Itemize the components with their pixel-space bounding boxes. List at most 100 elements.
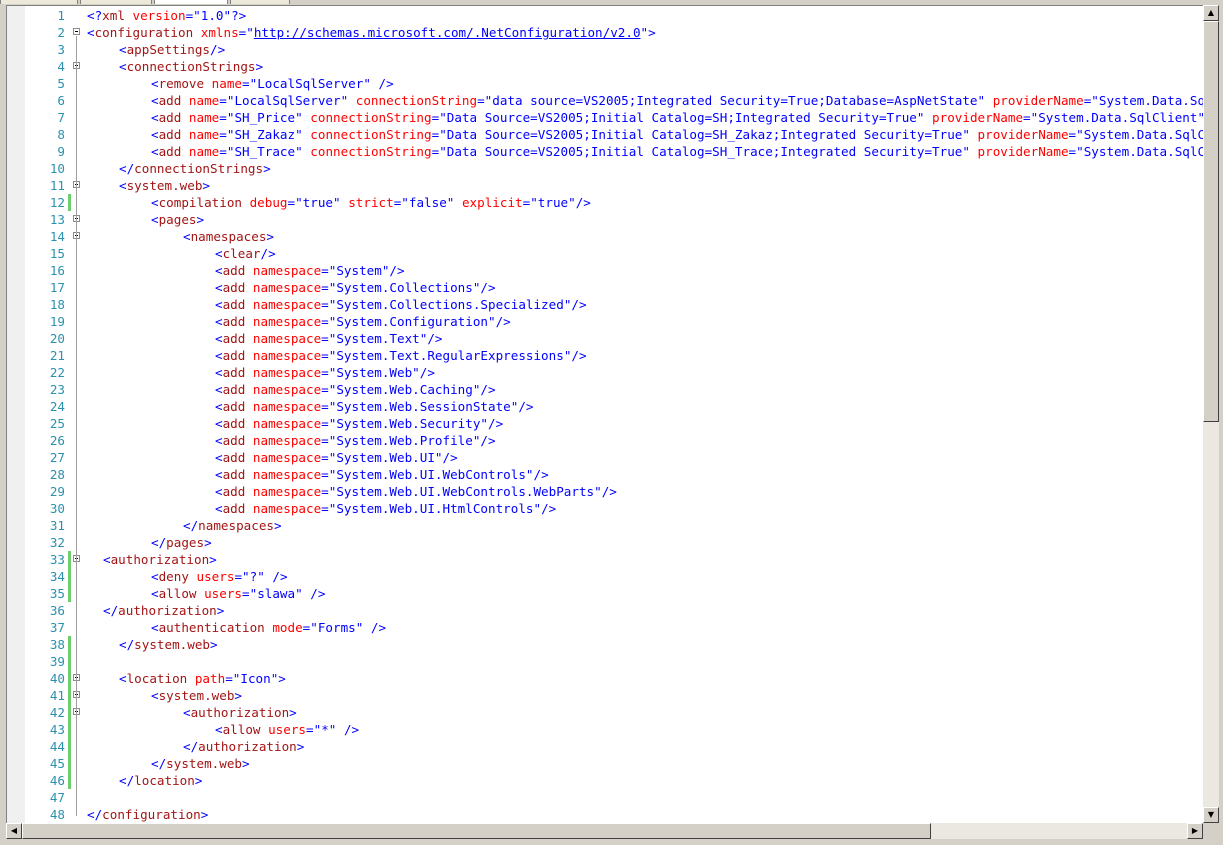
xml-delimiter: <	[215, 280, 223, 295]
code-line[interactable]: 40 <location path="Icon">	[7, 670, 1203, 687]
scroll-left-button[interactable]: ◀	[6, 823, 22, 839]
xml-tag-name: connectionStrings	[134, 161, 264, 176]
line-number: 18	[49, 297, 65, 312]
line-number: 30	[49, 501, 65, 516]
code-line[interactable]: 10 </connectionStrings>	[7, 160, 1203, 177]
xml-delimiter: "	[962, 144, 970, 159]
code-line[interactable]: 31 </namespaces>	[7, 517, 1203, 534]
code-line[interactable]: 16 <add namespace="System"/>	[7, 262, 1203, 279]
line-number: 42	[49, 705, 65, 720]
horizontal-scrollbar[interactable]: ◀ ▶	[6, 823, 1203, 839]
code-text: <add namespace="System.Web.UI.WebControl…	[215, 466, 549, 483]
code-line[interactable]: 13 <pages>	[7, 211, 1203, 228]
vertical-scrollbar[interactable]: ▲ ▼	[1203, 5, 1219, 823]
code-line[interactable]: 9 <add name="SH_Trace" connectionString="…	[7, 143, 1203, 160]
code-line[interactable]: 14 <namespaces>	[7, 228, 1203, 245]
horizontal-scroll-thumb[interactable]	[22, 823, 931, 839]
xml-attribute-name: providerName	[969, 127, 1069, 142]
arrow-right-icon: ▶	[1191, 826, 1199, 835]
code-line[interactable]: 18 <add namespace="System.Collections.Spe…	[7, 296, 1203, 313]
xml-namespace-url[interactable]: http://schemas.microsoft.com/.NetConfigu…	[254, 25, 641, 40]
xml-attribute-name: mode	[264, 620, 303, 635]
line-number: 15	[49, 246, 65, 261]
scrollbar-corner	[1203, 823, 1219, 839]
code-line[interactable]: 4 <connectionStrings>	[7, 58, 1203, 75]
code-line[interactable]: 5 <remove name="LocalSqlServer" />	[7, 75, 1203, 92]
changed-line-marker	[68, 194, 71, 211]
code-line[interactable]: 34 <deny users="?" />	[7, 568, 1203, 585]
code-line[interactable]: 24 <add namespace="System.Web.SessionStat…	[7, 398, 1203, 415]
tab-login-aspx[interactable]: Login.aspx	[0, 0, 78, 4]
code-line[interactable]: 23 <add namespace="System.Web.Caching"/>	[7, 381, 1203, 398]
code-line[interactable]: 15 <clear/>	[7, 245, 1203, 262]
xml-attribute-name: namespace	[245, 501, 322, 516]
code-line[interactable]: 6 <add name="LocalSqlServer" connectionSt…	[7, 92, 1203, 109]
code-line[interactable]: 29 <add namespace="System.Web.UI.WebContr…	[7, 483, 1203, 500]
code-line[interactable]: 38 </system.web>	[7, 636, 1203, 653]
scroll-right-button[interactable]: ▶	[1187, 823, 1203, 839]
code-line[interactable]: 19 <add namespace="System.Configuration"/…	[7, 313, 1203, 330]
line-number: 4	[57, 59, 65, 74]
xml-delimiter: ="	[1023, 110, 1039, 125]
code-line[interactable]: 20 <add namespace="System.Text"/>	[7, 330, 1203, 347]
vertical-scroll-thumb[interactable]	[1203, 21, 1219, 422]
xml-attribute-name: providerName	[985, 93, 1084, 108]
xml-attribute-name: name	[181, 93, 220, 108]
code-line[interactable]: 1 <?xml version="1.0"?>	[7, 7, 1203, 24]
tab-web-config[interactable]: Web.config	[154, 0, 228, 4]
code-text: <add namespace="System.Web.UI.WebControl…	[215, 483, 617, 500]
code-line[interactable]: 42 <authorization>	[7, 704, 1203, 721]
code-line[interactable]: 48 </configuration>	[7, 806, 1203, 823]
line-number: 13	[49, 212, 65, 227]
code-line[interactable]: 17 <add namespace="System.Collections"/>	[7, 279, 1203, 296]
xml-delimiter: ="	[1068, 127, 1084, 142]
code-line[interactable]: 33 <authorization>	[7, 551, 1203, 568]
code-line[interactable]: 26 <add namespace="System.Web.Profile"/>	[7, 432, 1203, 449]
code-line[interactable]: 7 <add name="SH_Price" connectionString="…	[7, 109, 1203, 126]
code-line[interactable]: 39	[7, 653, 1203, 670]
xml-tag-name: authorization	[118, 603, 217, 618]
tab-web-sitemap[interactable]: Web.sitemap	[230, 0, 290, 4]
code-line[interactable]: 21 <add namespace="System.Text.RegularExp…	[7, 347, 1203, 364]
code-line[interactable]: 47	[7, 789, 1203, 806]
code-line[interactable]: 30 <add namespace="System.Web.UI.HtmlCont…	[7, 500, 1203, 517]
code-line[interactable]: 12 <compilation debug="true" strict="fals…	[7, 194, 1203, 211]
code-line[interactable]: 44 </authorization>	[7, 738, 1203, 755]
code-line[interactable]: 3 <appSettings/>	[7, 41, 1203, 58]
xml-attribute-name: explicit	[454, 195, 523, 210]
line-number: 40	[49, 671, 65, 686]
code-line[interactable]: 41 <system.web>	[7, 687, 1203, 704]
xml-tag-name: location	[126, 671, 188, 686]
xml-tag-name: appSettings	[126, 42, 210, 57]
code-text: <add namespace="System.Web.Profile"/>	[215, 432, 496, 449]
code-line[interactable]: 45 </system.web>	[7, 755, 1203, 772]
xml-delimiter: >	[289, 705, 297, 720]
code-line[interactable]: 22 <add namespace="System.Web"/>	[7, 364, 1203, 381]
xml-tag-name: add	[222, 501, 246, 516]
code-line[interactable]: 46 </location>	[7, 772, 1203, 789]
code-line[interactable]: 37 <authentication mode="Forms" />	[7, 619, 1203, 636]
code-line[interactable]: 27 <add namespace="System.Web.UI"/>	[7, 449, 1203, 466]
xml-delimiter: ="	[321, 348, 337, 363]
xml-tag-name: add	[222, 467, 246, 482]
scroll-up-button[interactable]: ▲	[1203, 5, 1219, 21]
code-line[interactable]: 25 <add namespace="System.Web.Security"/>	[7, 415, 1203, 432]
code-line[interactable]: 11 <system.web>	[7, 177, 1203, 194]
code-text: <?xml version="1.0"?>	[87, 7, 246, 24]
tab-login-aspx[interactable]: Login.aspx	[80, 0, 152, 4]
code-line[interactable]: 28 <add namespace="System.Web.UI.WebContr…	[7, 466, 1203, 483]
scroll-down-button[interactable]: ▼	[1203, 807, 1219, 823]
code-text: <clear/>	[215, 245, 276, 262]
line-number: 36	[49, 603, 65, 618]
code-line[interactable]: 32 </pages>	[7, 534, 1203, 551]
collapse-icon[interactable]	[73, 28, 80, 35]
line-number: 10	[49, 161, 65, 176]
code-line[interactable]: 36 </authorization>	[7, 602, 1203, 619]
code-editor[interactable]: 1 <?xml version="1.0"?> 2 <configuration xm…	[6, 5, 1203, 824]
code-line[interactable]: 43 <allow users="*" />	[7, 721, 1203, 738]
code-line[interactable]: 2 <configuration xmlns="http://schemas.mi…	[7, 24, 1203, 41]
code-line[interactable]: 8 <add name="SH_Zakaz" connectionString="…	[7, 126, 1203, 143]
code-text: </configuration>	[87, 806, 208, 823]
code-line[interactable]: 35 <allow users="slawa" />	[7, 585, 1203, 602]
code-text: <add namespace="System.Web.UI"/>	[215, 449, 458, 466]
